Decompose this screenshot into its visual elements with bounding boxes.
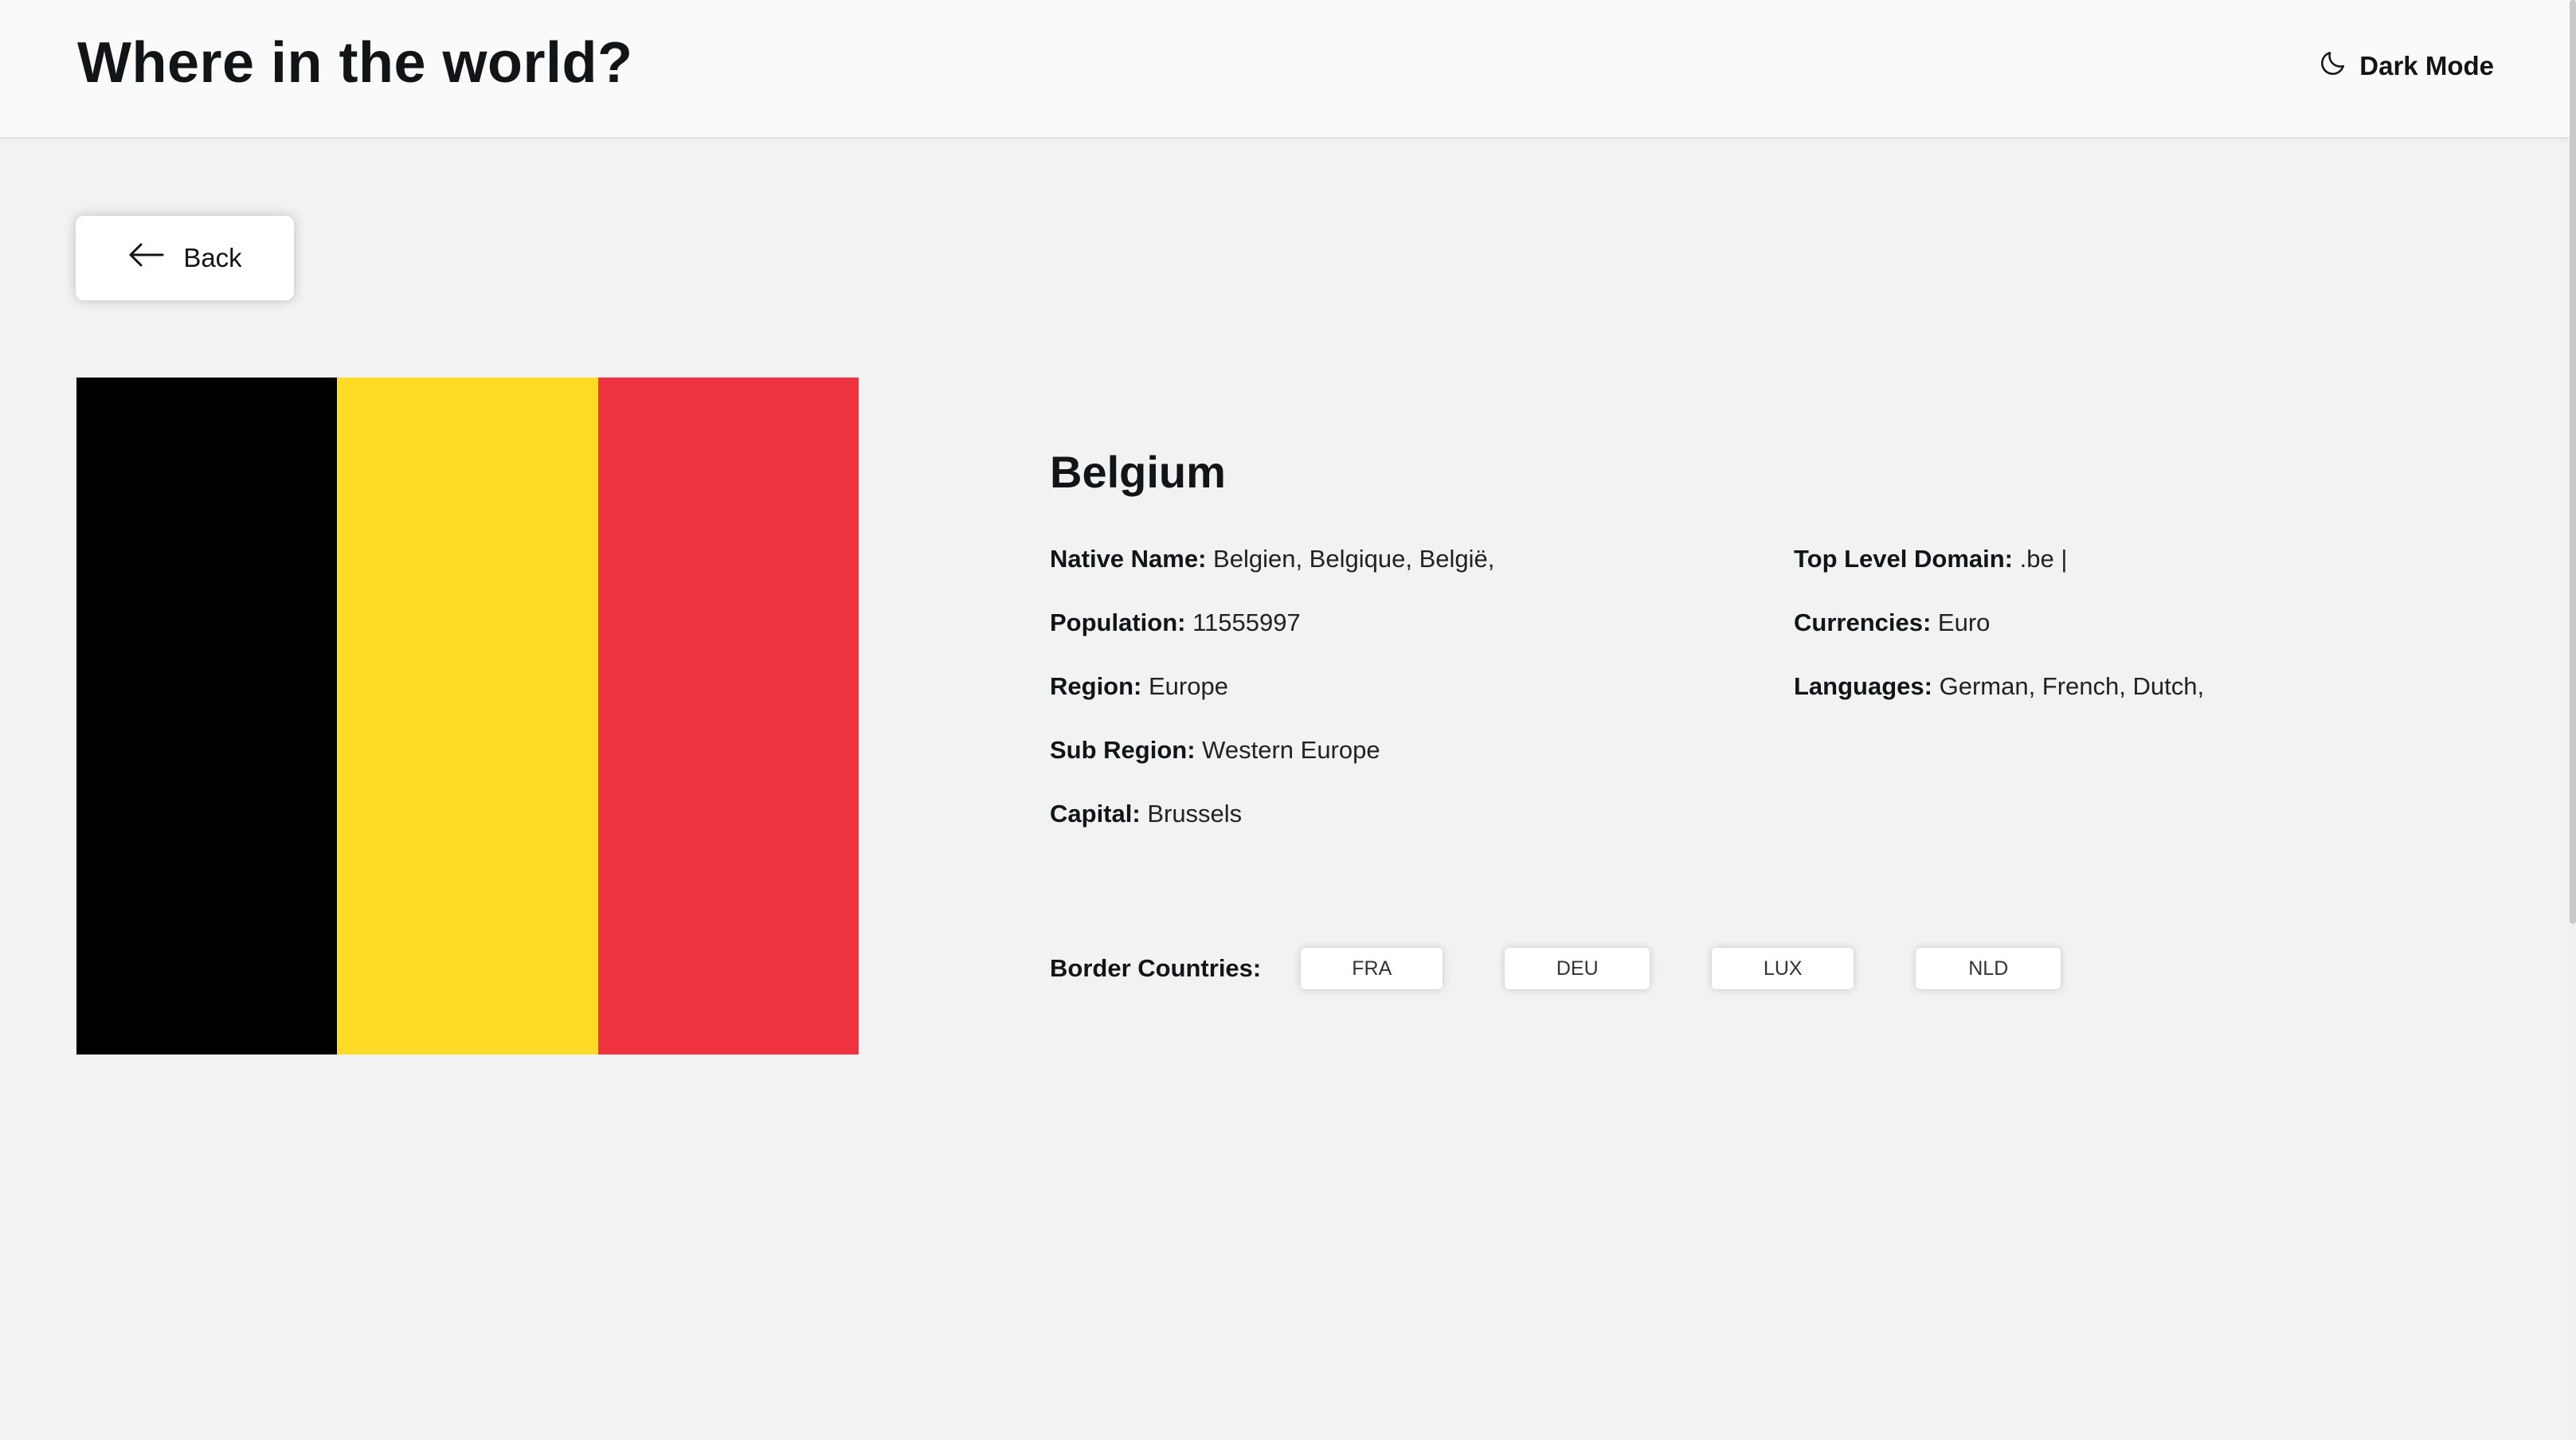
sub-region-label: Sub Region: [1050,736,1196,764]
population-label: Population: [1050,608,1186,636]
arrow-left-icon [127,241,166,275]
info-column-left: Native Name: Belgien, Belgique, België, … [1050,543,1494,862]
capital-row: Capital: Brussels [1050,798,1494,862]
back-button-label: Back [183,243,242,272]
top-level-domain-row: Top Level Domain: .be | [1794,543,2204,607]
info-column-right: Top Level Domain: .be | Currencies: Euro… [1794,543,2204,734]
native-name-value: Belgien, Belgique, België, [1213,545,1495,573]
border-country-button[interactable]: LUX [1712,948,1854,989]
region-value: Europe [1149,672,1228,700]
languages-label: Languages: [1794,672,1932,700]
border-country-button[interactable]: FRA [1301,948,1443,989]
border-country-button[interactable]: DEU [1505,948,1650,989]
capital-label: Capital: [1050,800,1141,828]
border-country-button[interactable]: NLD [1916,948,2061,989]
native-name-row: Native Name: Belgien, Belgique, België, [1050,543,1494,607]
scrollbar-track[interactable] [2570,0,2576,1440]
top-level-domain-label: Top Level Domain: [1794,545,2014,573]
region-label: Region: [1050,672,1142,700]
currencies-row: Currencies: Euro [1794,607,2204,671]
population-value: 11555997 [1192,608,1301,636]
flag-stripe-red [597,378,859,1055]
languages-value: German, French, Dutch, [1939,672,2205,700]
moon-icon [2318,48,2348,84]
dark-mode-label: Dark Mode [2359,51,2494,80]
currencies-value: Euro [1937,608,1991,636]
country-flag [76,378,859,1055]
region-row: Region: Europe [1050,671,1494,734]
info-columns: Native Name: Belgien, Belgique, België, … [1050,543,2324,878]
dark-mode-toggle[interactable]: Dark Mode [2318,48,2494,84]
currencies-label: Currencies: [1794,608,1932,636]
capital-value: Brussels [1147,800,1243,828]
top-level-domain-value: .be | [2019,545,2068,573]
flag-stripe-black [76,378,338,1055]
languages-row: Languages: German, French, Dutch, [1794,671,2204,734]
flag-stripe-yellow [337,378,598,1055]
border-countries-label: Border Countries: [1050,954,1262,982]
country-detail: Belgium Native Name: Belgien, Belgique, … [1050,446,2324,989]
native-name-label: Native Name: [1050,545,1207,573]
sub-region-row: Sub Region: Western Europe [1050,734,1494,798]
sub-region-value: Western Europe [1202,736,1380,764]
population-row: Population: 11555997 [1050,607,1494,671]
app-title: Where in the world? [77,31,633,95]
country-name: Belgium [1050,447,1226,497]
scrollbar-thumb[interactable] [2570,0,2576,924]
border-countries: Border Countries: FRA DEU LUX NLD [1050,948,2123,989]
back-button[interactable]: Back [76,216,294,300]
app-header: Where in the world? Dark Mode [0,0,2570,139]
